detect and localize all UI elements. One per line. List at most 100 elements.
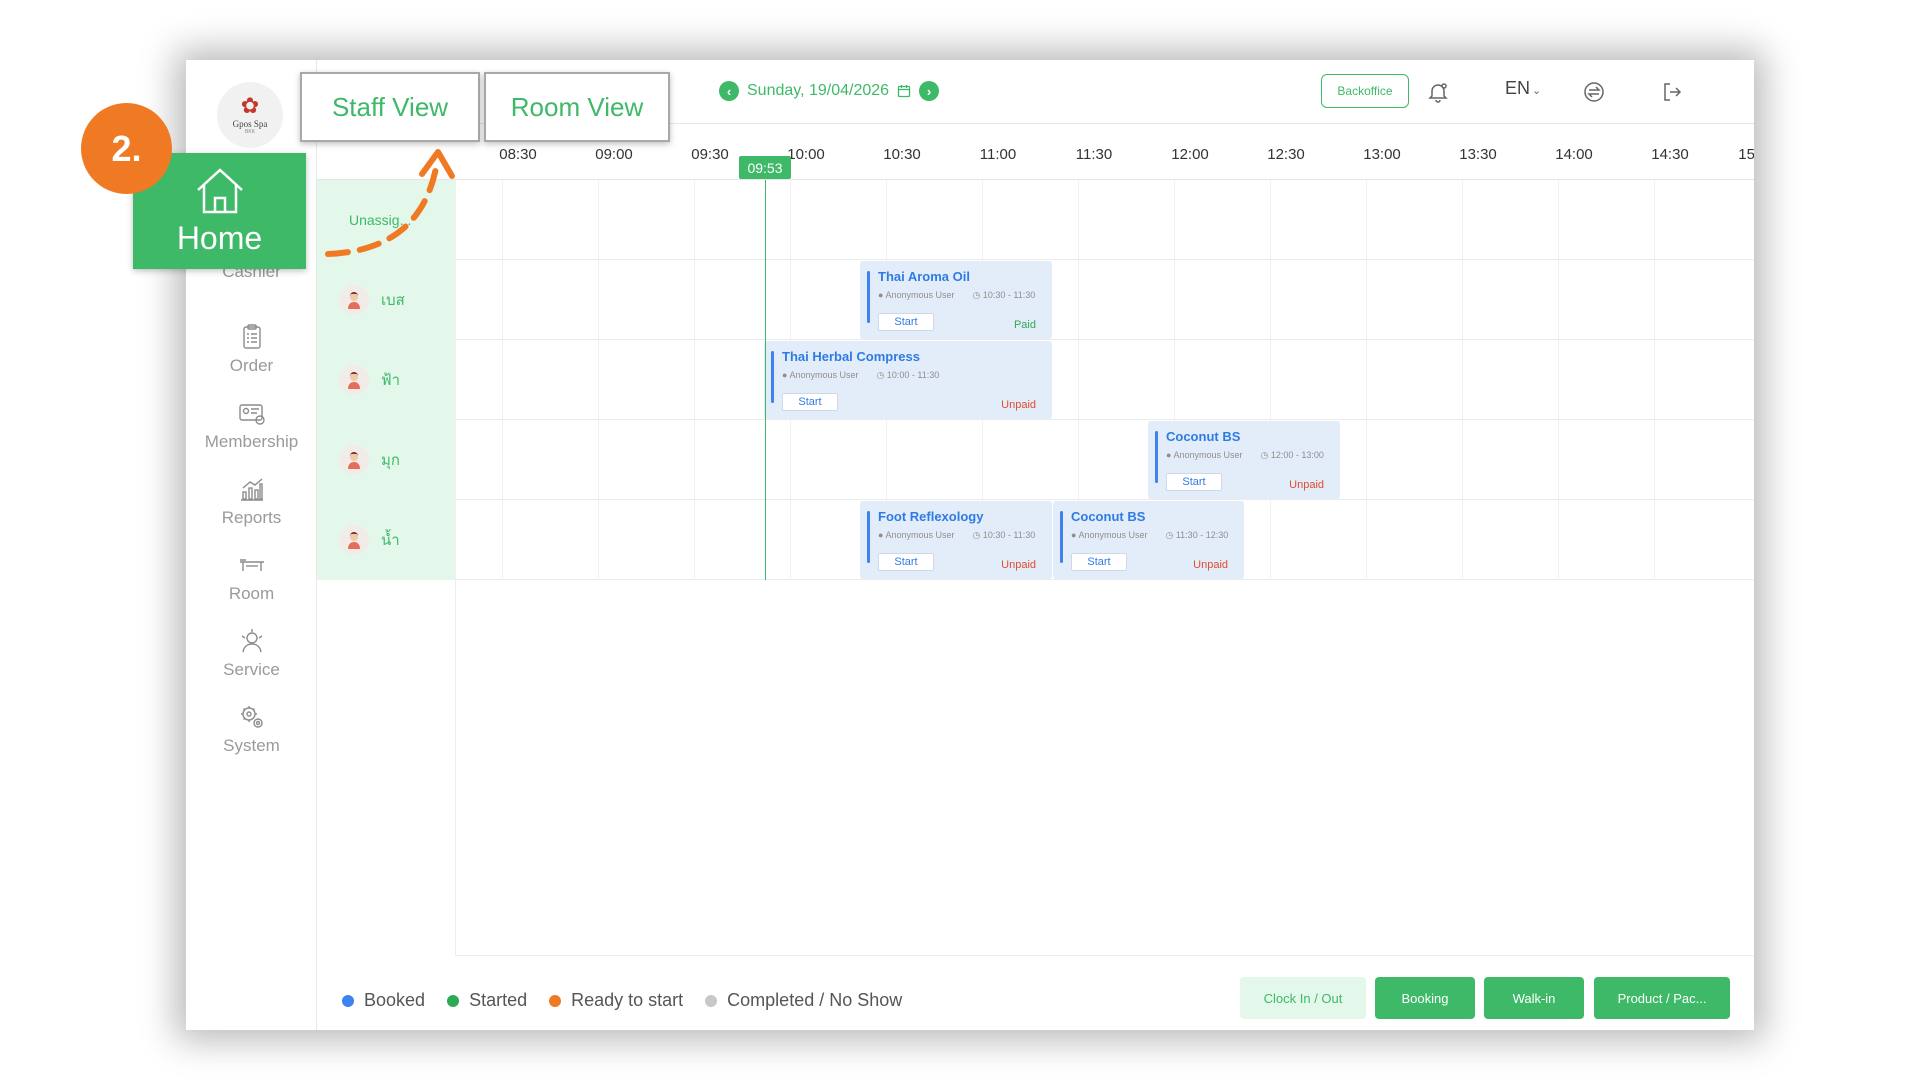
room-view-tab[interactable]: Room View [484,72,670,142]
booking-customer: ● Anonymous User [1071,530,1148,540]
bell-icon[interactable] [1426,80,1450,104]
sidebar-item-room[interactable]: Room [186,550,317,614]
column-divider [694,180,695,580]
start-button[interactable]: Start [878,313,934,331]
staff-row[interactable]: ฟ้า [317,340,455,420]
booking-customer: ● Anonymous User [878,290,955,300]
language-selector[interactable]: EN ⌄ [1505,78,1541,99]
booking-customer: ● Anonymous User [878,530,955,540]
legend-item-completed: Completed / No Show [705,990,902,1011]
row-divider [455,579,1754,580]
booking-card[interactable]: Coconut BS ● Anonymous User ◷ 11:30 - 12:… [1053,501,1244,579]
app-window: ✿ Gpos Spa BKK Cashier Order Membership … [186,60,1754,1030]
staff-view-tab[interactable]: Staff View [300,72,480,142]
staff-column: Unassig... เบส ฟ้า มุก น้ำ [317,180,455,580]
booking-meta: ● Anonymous User ◷ 10:30 - 11:30 [878,290,1052,301]
sidebar-item-label: Service [223,660,280,679]
booking-meta: ● Anonymous User ◷ 11:30 - 12:30 [1071,530,1244,541]
grid-border [455,955,1754,956]
booking-card[interactable]: Coconut BS ● Anonymous User ◷ 12:00 - 13:… [1148,421,1340,499]
row-divider [455,259,1754,260]
calendar-icon[interactable] [897,84,911,98]
chevron-down-icon: ⌄ [1532,85,1542,97]
time-tick: 12:00 [1171,146,1209,163]
person-avatar-icon [348,532,360,549]
sidebar-item-system[interactable]: System [186,702,317,766]
payment-status-badge: Unpaid [1289,479,1324,491]
booking-time: ◷ 10:30 - 11:30 [972,530,1036,540]
sidebar-item-label: Room [228,584,275,603]
booking-service-name: Thai Aroma Oil [878,269,970,284]
person-avatar-icon [348,452,360,469]
sidebar-item-label: Membership [204,432,299,451]
booking-meta: ● Anonymous User ◷ 10:00 - 11:30 [782,370,1052,381]
logout-icon[interactable] [1660,80,1684,104]
sidebar-item-membership[interactable]: Membership [186,398,317,462]
payment-status-badge: Unpaid [1001,559,1036,571]
time-tick: 13:00 [1363,146,1401,163]
sidebar-item-order[interactable]: Order [186,322,317,386]
sidebar-item-reports[interactable]: Reports [186,474,317,538]
column-divider [1270,180,1271,580]
staff-name: น้ำ [381,532,400,549]
column-divider [1558,180,1559,580]
clipboard-icon [242,324,261,349]
booking-card[interactable]: Thai Aroma Oil ● Anonymous User ◷ 10:30 -… [860,261,1052,339]
time-tick: 10:30 [883,146,921,163]
home-icon [196,167,243,213]
grid-border [455,580,456,955]
gear-icon [240,706,263,728]
sidebar-item-label: System [223,736,280,755]
previous-day-button[interactable]: ‹ [719,81,739,101]
flower-logo-icon: ✿ [240,93,260,118]
booking-time: ◷ 11:30 - 12:30 [1165,530,1229,540]
booking-customer: ● Anonymous User [1166,450,1243,460]
person-avatar-icon [348,372,360,389]
date-navigator: ‹ Sunday, 19/04/2026 › [719,79,940,103]
walk-in-button[interactable]: Walk-in [1484,977,1584,1019]
membership-card-icon [238,404,265,425]
booking-customer: ● Anonymous User [782,370,859,380]
avatar [339,365,369,395]
sidebar-item-service[interactable]: Service [186,626,317,690]
time-tick: 15:00 [1738,146,1754,163]
booking-meta: ● Anonymous User ◷ 12:00 - 13:00 [1166,450,1340,461]
start-button[interactable]: Start [878,553,934,571]
language-code: EN [1505,78,1531,98]
product-package-button[interactable]: Product / Pac... [1594,977,1730,1019]
current-date[interactable]: Sunday, 19/04/2026 [747,82,889,100]
booking-time: ◷ 10:00 - 11:30 [876,370,940,380]
avatar [339,285,369,315]
start-button[interactable]: Start [1071,553,1127,571]
staff-name: มุก [381,452,400,469]
legend-label: Completed / No Show [727,990,903,1010]
booking-button[interactable]: Booking [1375,977,1475,1019]
legend-item-started: Started [447,990,527,1011]
booking-service-name: Coconut BS [1071,509,1146,524]
next-day-button[interactable]: › [919,81,940,101]
payment-status-badge: Unpaid [1193,559,1228,571]
switch-icon[interactable] [1582,80,1606,104]
legend-label: Booked [364,990,426,1010]
booking-time: ◷ 12:00 - 13:00 [1260,450,1324,460]
current-time-marker: 09:53 [739,156,791,179]
clock-in-out-button[interactable]: Clock In / Out [1240,977,1366,1019]
current-time-line [765,180,766,580]
staff-row[interactable]: น้ำ [317,500,455,580]
start-button[interactable]: Start [782,393,838,411]
time-tick: 12:30 [1267,146,1305,163]
booking-card[interactable]: Thai Herbal Compress ● Anonymous User ◷ 1… [764,341,1052,419]
logo-subtitle: BKK [244,129,255,135]
avatar [339,525,369,555]
sidebar-item-label: Order [229,356,274,375]
booking-card[interactable]: Foot Reflexology ● Anonymous User ◷ 10:30… [860,501,1052,579]
bar-chart-icon [240,478,263,501]
backoffice-button[interactable]: Backoffice [1321,74,1409,108]
time-tick: 09:30 [691,146,729,163]
time-tick: 08:30 [499,146,537,163]
payment-status-badge: Paid [1013,319,1036,331]
legend-dot [447,994,460,1007]
start-button[interactable]: Start [1166,473,1222,491]
staff-row[interactable]: เบส [317,260,455,340]
staff-row[interactable]: มุก [317,420,455,500]
